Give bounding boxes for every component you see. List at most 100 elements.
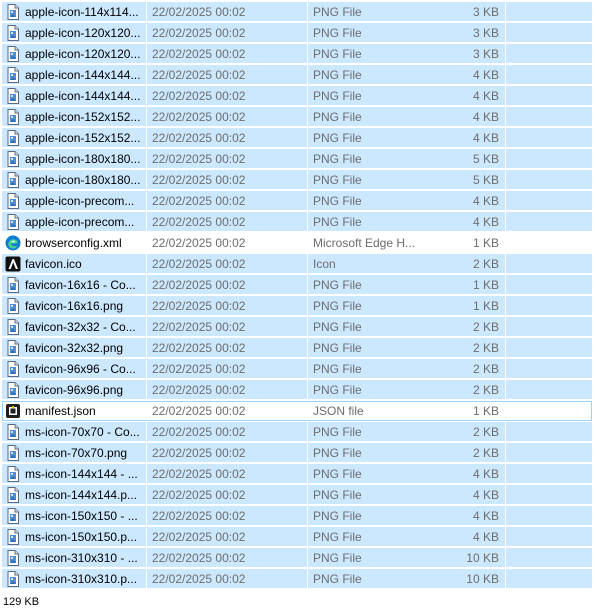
file-row[interactable]: ms-icon-70x70.png 22/02/2025 00:02 PNG Fil…: [0, 443, 596, 464]
file-row[interactable]: ms-icon-310x310.p... 22/02/2025 00:02 PNG …: [0, 569, 596, 590]
column-divider: [307, 569, 308, 589]
file-name[interactable]: apple-icon-120x120...: [25, 23, 147, 44]
file-name[interactable]: ms-icon-310x310 - ...: [25, 548, 147, 569]
column-divider: [146, 275, 147, 295]
file-name[interactable]: favicon-16x16.png: [25, 296, 147, 317]
file-size: 2 KB: [472, 320, 499, 334]
file-row[interactable]: favicon-96x96.png 22/02/2025 00:02 PNG Fil…: [0, 380, 596, 401]
png-file-icon: [5, 277, 21, 293]
file-type: PNG File: [313, 320, 362, 334]
column-divider: [307, 212, 308, 232]
file-size: 2 KB: [472, 446, 499, 460]
file-row[interactable]: apple-icon-precom... 22/02/2025 00:02 PNG …: [0, 191, 596, 212]
file-date-modified: 22/02/2025 00:02: [152, 5, 246, 19]
column-divider: [146, 191, 147, 211]
file-row[interactable]: favicon-16x16.png 22/02/2025 00:02 PNG Fil…: [0, 296, 596, 317]
column-divider: [505, 485, 506, 505]
column-divider: [146, 485, 147, 505]
file-name[interactable]: browserconfig.xml: [25, 233, 147, 254]
file-size: 4 KB: [472, 68, 499, 82]
file-row[interactable]: favicon-96x96 - Co... 22/02/2025 00:02 PNG…: [0, 359, 596, 380]
file-size: 4 KB: [472, 194, 499, 208]
file-name[interactable]: favicon.ico: [25, 254, 147, 275]
file-name[interactable]: ms-icon-70x70.png: [25, 443, 147, 464]
file-size: 1 KB: [472, 404, 499, 418]
png-file-icon: [5, 67, 21, 83]
file-name[interactable]: apple-icon-precom...: [25, 191, 147, 212]
file-name[interactable]: apple-icon-144x144...: [25, 86, 147, 107]
file-type: PNG File: [313, 173, 362, 187]
file-type: PNG File: [313, 152, 362, 166]
file-name[interactable]: ms-icon-144x144 - ...: [25, 464, 147, 485]
file-name[interactable]: apple-icon-120x120...: [25, 44, 147, 65]
file-date-modified: 22/02/2025 00:02: [152, 215, 246, 229]
column-divider: [146, 443, 147, 463]
file-row[interactable]: favicon-32x32.png 22/02/2025 00:02 PNG Fil…: [0, 338, 596, 359]
file-name[interactable]: apple-icon-114x114...: [25, 2, 147, 23]
column-divider: [307, 254, 308, 274]
file-date-modified: 22/02/2025 00:02: [152, 68, 246, 82]
file-row[interactable]: favicon.ico 22/02/2025 00:02 Icon 2 KB: [0, 254, 596, 275]
file-size: 2 KB: [472, 383, 499, 397]
file-row[interactable]: ms-icon-150x150.p... 22/02/2025 00:02 PNG …: [0, 527, 596, 548]
file-name[interactable]: manifest.json: [25, 401, 147, 422]
file-size: 4 KB: [472, 89, 499, 103]
file-name[interactable]: favicon-96x96.png: [25, 380, 147, 401]
file-size: 3 KB: [472, 26, 499, 40]
file-row[interactable]: favicon-32x32 - Co... 22/02/2025 00:02 PNG…: [0, 317, 596, 338]
png-file-icon: [5, 46, 21, 62]
file-name[interactable]: favicon-96x96 - Co...: [25, 359, 147, 380]
file-row[interactable]: apple-icon-180x180... 22/02/2025 00:02 PNG…: [0, 170, 596, 191]
file-row[interactable]: apple-icon-120x120... 22/02/2025 00:02 PNG…: [0, 23, 596, 44]
file-row[interactable]: ms-icon-150x150 - ... 22/02/2025 00:02 PNG…: [0, 506, 596, 527]
column-divider: [307, 191, 308, 211]
file-name[interactable]: ms-icon-70x70 - Co...: [25, 422, 147, 443]
file-row[interactable]: apple-icon-152x152... 22/02/2025 00:02 PNG…: [0, 107, 596, 128]
file-row[interactable]: ms-icon-144x144 - ... 22/02/2025 00:02 PNG…: [0, 464, 596, 485]
file-name[interactable]: ms-icon-150x150 - ...: [25, 506, 147, 527]
file-size: 4 KB: [472, 530, 499, 544]
file-name[interactable]: apple-icon-180x180...: [25, 149, 147, 170]
column-divider: [505, 254, 506, 274]
column-divider: [146, 212, 147, 232]
column-divider: [307, 464, 308, 484]
file-row[interactable]: manifest.json 22/02/2025 00:02 JSON file 1 …: [0, 401, 596, 422]
file-name[interactable]: favicon-16x16 - Co...: [25, 275, 147, 296]
file-name[interactable]: ms-icon-310x310.p...: [25, 569, 147, 590]
file-row[interactable]: ms-icon-144x144.p... 22/02/2025 00:02 PNG …: [0, 485, 596, 506]
file-row[interactable]: favicon-16x16 - Co... 22/02/2025 00:02 PNG…: [0, 275, 596, 296]
file-date-modified: 22/02/2025 00:02: [152, 383, 246, 397]
file-row[interactable]: apple-icon-144x144... 22/02/2025 00:02 PNG…: [0, 86, 596, 107]
file-name[interactable]: apple-icon-152x152...: [25, 107, 147, 128]
file-type: PNG File: [313, 89, 362, 103]
file-name[interactable]: favicon-32x32.png: [25, 338, 147, 359]
file-row[interactable]: apple-icon-152x152... 22/02/2025 00:02 PNG…: [0, 128, 596, 149]
column-divider: [505, 359, 506, 379]
file-type: PNG File: [313, 341, 362, 355]
file-row[interactable]: ms-icon-70x70 - Co... 22/02/2025 00:02 PNG…: [0, 422, 596, 443]
file-name[interactable]: apple-icon-152x152...: [25, 128, 147, 149]
file-row[interactable]: apple-icon-120x120... 22/02/2025 00:02 PNG…: [0, 44, 596, 65]
file-type: PNG File: [313, 194, 362, 208]
file-name[interactable]: ms-icon-144x144.p...: [25, 485, 147, 506]
file-name[interactable]: apple-icon-144x144...: [25, 65, 147, 86]
column-divider: [505, 107, 506, 127]
file-date-modified: 22/02/2025 00:02: [152, 257, 246, 271]
file-name[interactable]: apple-icon-precom...: [25, 212, 147, 233]
file-row[interactable]: ms-icon-310x310 - ... 22/02/2025 00:02 PNG…: [0, 548, 596, 569]
file-row[interactable]: apple-icon-precom... 22/02/2025 00:02 PNG …: [0, 212, 596, 233]
file-row[interactable]: apple-icon-180x180... 22/02/2025 00:02 PNG…: [0, 149, 596, 170]
file-type: Icon: [313, 257, 336, 271]
file-name[interactable]: apple-icon-180x180...: [25, 170, 147, 191]
file-row[interactable]: apple-icon-144x144... 22/02/2025 00:02 PNG…: [0, 65, 596, 86]
file-date-modified: 22/02/2025 00:02: [152, 341, 246, 355]
file-date-modified: 22/02/2025 00:02: [152, 131, 246, 145]
file-row[interactable]: apple-icon-114x114... 22/02/2025 00:02 PNG…: [0, 2, 596, 23]
file-name[interactable]: ms-icon-150x150.p...: [25, 527, 147, 548]
file-name[interactable]: favicon-32x32 - Co...: [25, 317, 147, 338]
column-divider: [307, 338, 308, 358]
file-row[interactable]: browserconfig.xml 22/02/2025 00:02 Microso…: [0, 233, 596, 254]
file-size: 4 KB: [472, 131, 499, 145]
file-size: 4 KB: [472, 110, 499, 124]
file-size: 2 KB: [472, 362, 499, 376]
